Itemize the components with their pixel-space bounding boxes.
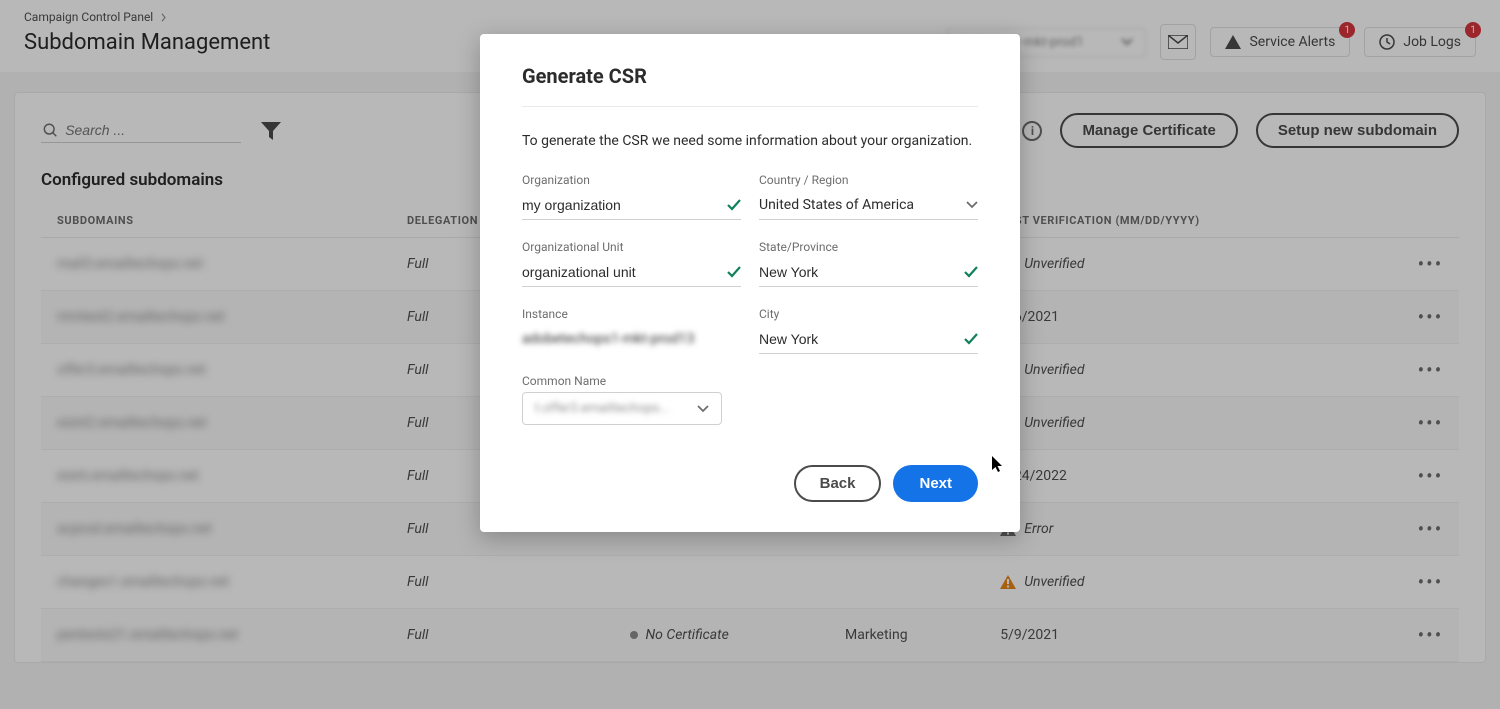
modal-actions: Back Next — [522, 465, 978, 502]
city-label: City — [759, 307, 978, 321]
country-label: Country / Region — [759, 173, 978, 187]
org-input[interactable] — [522, 197, 727, 213]
field-instance: Instance adobetechops1-mkt-prod13 — [522, 307, 741, 354]
next-button[interactable]: Next — [893, 465, 978, 502]
field-common-name: Common Name t.offer3.emailtechops... — [522, 374, 978, 425]
instance-value: adobetechops1-mkt-prod13 — [522, 331, 741, 347]
check-icon — [727, 266, 741, 278]
field-organization: Organization — [522, 173, 741, 220]
check-icon — [964, 266, 978, 278]
field-state: State/Province — [759, 240, 978, 287]
field-city: City — [759, 307, 978, 354]
instance-label: Instance — [522, 307, 741, 321]
common-label: Common Name — [522, 374, 978, 388]
chevron-down-icon — [697, 405, 709, 413]
modal-description: To generate the CSR we need some informa… — [522, 133, 978, 149]
field-country: Country / Region United States of Americ… — [759, 173, 978, 220]
modal-title: Generate CSR — [522, 64, 978, 107]
chevron-down-icon — [966, 201, 978, 209]
common-value: t.offer3.emailtechops... — [535, 401, 670, 416]
org-label: Organization — [522, 173, 741, 187]
common-name-select[interactable]: t.offer3.emailtechops... — [522, 392, 722, 425]
country-select[interactable]: United States of America — [759, 191, 978, 220]
back-button[interactable]: Back — [794, 465, 882, 502]
ou-label: Organizational Unit — [522, 240, 741, 254]
check-icon — [727, 199, 741, 211]
modal-overlay: Generate CSR To generate the CSR we need… — [0, 0, 1500, 709]
state-label: State/Province — [759, 240, 978, 254]
city-input[interactable] — [759, 331, 964, 347]
generate-csr-modal: Generate CSR To generate the CSR we need… — [480, 34, 1020, 532]
country-value: United States of America — [759, 197, 966, 213]
form-grid: Organization Country / Region United Sta… — [522, 173, 978, 425]
state-input[interactable] — [759, 264, 964, 280]
check-icon — [964, 333, 978, 345]
ou-input[interactable] — [522, 264, 727, 280]
field-org-unit: Organizational Unit — [522, 240, 741, 287]
